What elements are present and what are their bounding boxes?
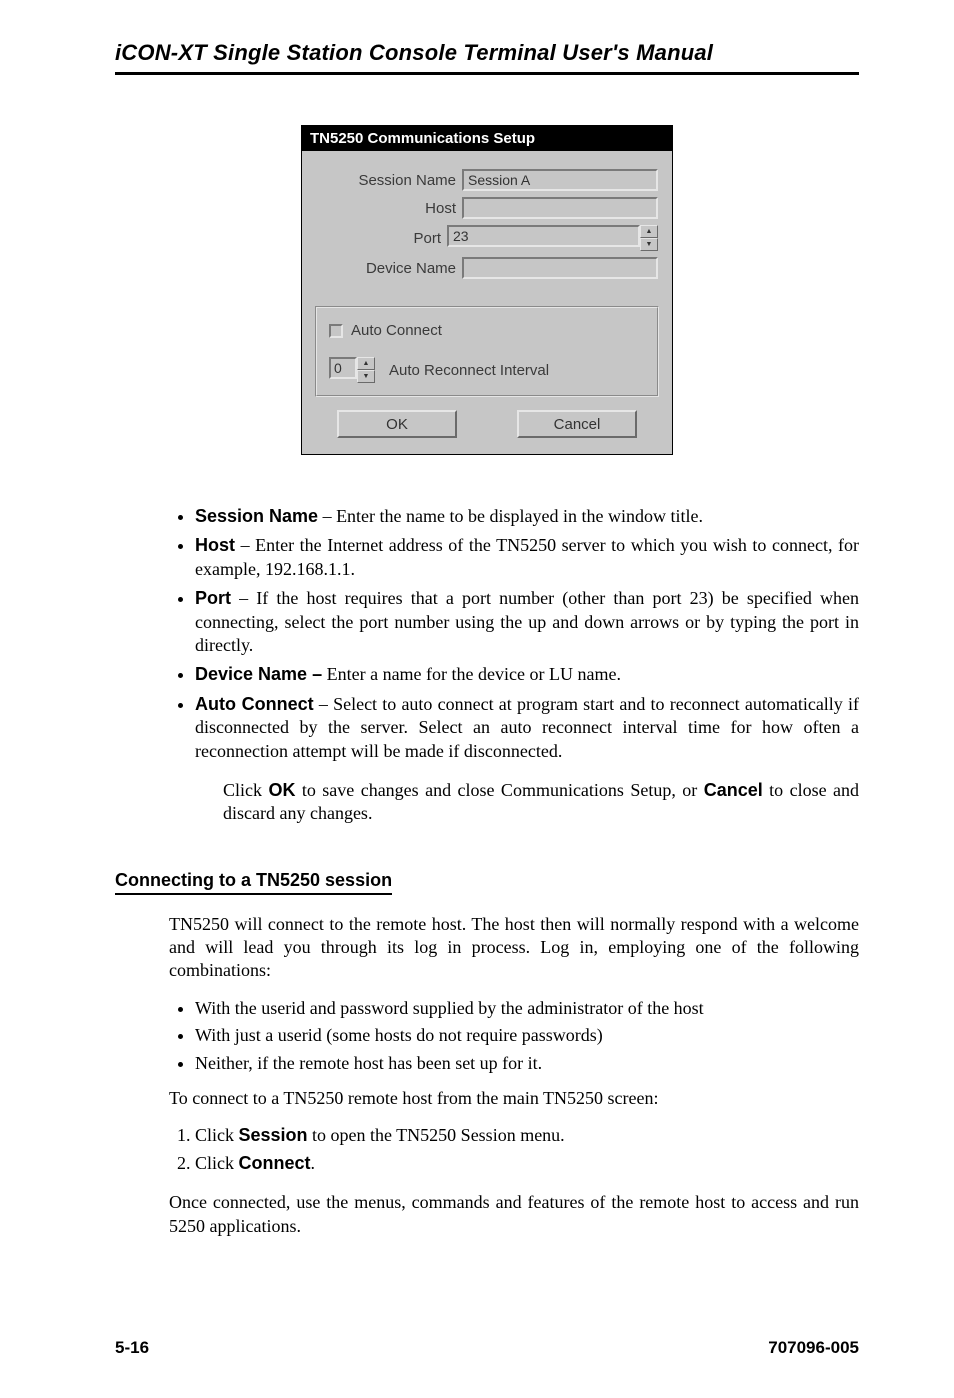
list-item: Session Name – Enter the name to be disp… bbox=[195, 505, 859, 528]
label-host: Host bbox=[316, 200, 462, 217]
term: Session Name bbox=[195, 506, 318, 526]
step-item: Click Session to open the TN5250 Session… bbox=[195, 1124, 859, 1147]
interval-spin-down-icon[interactable]: ▼ bbox=[357, 370, 375, 383]
section-heading-connecting: Connecting to a TN5250 session bbox=[115, 870, 392, 895]
list-item: Host – Enter the Internet address of the… bbox=[195, 534, 859, 581]
list-item: Neither, if the remote host has been set… bbox=[195, 1052, 859, 1075]
doc-number: 707096-005 bbox=[768, 1338, 859, 1358]
connect-steps-intro: To connect to a TN5250 remote host from … bbox=[169, 1087, 859, 1110]
list-item: With the userid and password supplied by… bbox=[195, 997, 859, 1020]
list-item: Port – If the host requires that a port … bbox=[195, 587, 859, 657]
port-spin-up-icon[interactable]: ▲ bbox=[640, 225, 658, 238]
page-footer: 5-16 707096-005 bbox=[115, 1338, 859, 1358]
list-item: Device Name – Enter a name for the devic… bbox=[195, 663, 859, 686]
host-input[interactable] bbox=[462, 197, 658, 219]
term: Device Name – bbox=[195, 664, 322, 684]
port-input[interactable] bbox=[447, 225, 640, 247]
dialog-tn5250-setup: TN5250 Communications Setup Session Name… bbox=[301, 125, 673, 455]
auto-reconnect-interval-label: Auto Reconnect Interval bbox=[389, 362, 549, 379]
auto-connect-label: Auto Connect bbox=[351, 322, 442, 339]
body-text-block-2: TN5250 will connect to the remote host. … bbox=[169, 913, 859, 1238]
auto-connect-group: Auto Connect ▲ ▼ Auto Reconnect Interval bbox=[316, 307, 658, 396]
list-item: Auto Connect – Select to auto connect at… bbox=[195, 693, 859, 763]
step-item: Click Connect. bbox=[195, 1152, 859, 1175]
label-port: Port bbox=[316, 230, 447, 247]
term: Port bbox=[195, 588, 231, 608]
label-device-name: Device Name bbox=[316, 260, 462, 277]
term: Host bbox=[195, 535, 235, 555]
label-session-name: Session Name bbox=[316, 172, 462, 189]
page-number: 5-16 bbox=[115, 1338, 149, 1358]
list-item: With just a userid (some hosts do not re… bbox=[195, 1024, 859, 1047]
connecting-outro: Once connected, use the menus, commands … bbox=[169, 1191, 859, 1238]
session-name-input[interactable] bbox=[462, 169, 658, 191]
page-header-title: iCON-XT Single Station Console Terminal … bbox=[115, 40, 859, 75]
dialog-form: Session Name Host Port ▲ ▼ bbox=[302, 151, 672, 289]
term: Auto Connect bbox=[195, 694, 314, 714]
interval-spin-up-icon[interactable]: ▲ bbox=[357, 357, 375, 370]
ok-cancel-para: Click OK to save changes and close Commu… bbox=[169, 779, 859, 826]
cancel-button[interactable]: Cancel bbox=[517, 410, 637, 438]
auto-connect-checkbox[interactable] bbox=[329, 324, 343, 338]
dialog-titlebar: TN5250 Communications Setup bbox=[302, 126, 672, 151]
body-text-block-1: Session Name – Enter the name to be disp… bbox=[169, 505, 859, 826]
ok-button[interactable]: OK bbox=[337, 410, 457, 438]
port-spin-down-icon[interactable]: ▼ bbox=[640, 238, 658, 251]
connecting-intro: TN5250 will connect to the remote host. … bbox=[169, 913, 859, 983]
auto-reconnect-interval-input[interactable] bbox=[329, 357, 357, 379]
device-name-input[interactable] bbox=[462, 257, 658, 279]
